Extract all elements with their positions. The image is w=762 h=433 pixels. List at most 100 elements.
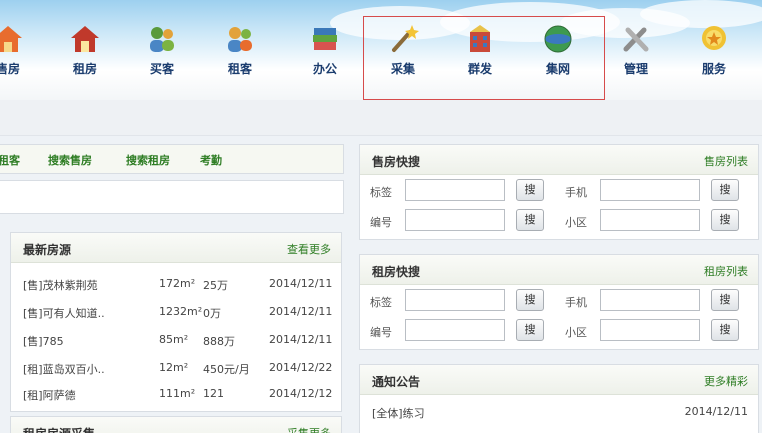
rent-list-link[interactable]: 租房列表 [704,263,748,279]
code-input[interactable] [405,209,505,231]
listing-date: 2014/12/11 [269,333,333,346]
nav-label: 买客 [149,62,174,76]
listing-name: [租]蓝岛双百小.. [23,363,105,376]
sale-list-link[interactable]: 售房列表 [704,153,748,169]
listing-price: 888万 [203,335,235,348]
tag-input[interactable] [405,289,505,311]
code-search-button[interactable]: 搜 [516,209,544,231]
quick-link-search-sale[interactable]: 搜索售房 [48,152,92,168]
listing-name: [租]阿萨德 [23,389,76,402]
search-row: 标签 搜 手机 搜 [360,289,758,315]
community-input[interactable] [600,209,700,231]
phone-search-button[interactable]: 搜 [711,289,739,311]
top-navigation: 售房 租房 买客 租客 办公 采集 群发 集网 管理 服务 [0,0,762,100]
nav-label: 办公 [312,62,337,76]
panel-header: 最新房源 查看更多 [11,233,341,263]
phone-input[interactable] [600,289,700,311]
nav-label: 租房 [72,62,97,76]
panel-header: 租房快搜 租房列表 [360,255,758,285]
listing-row[interactable]: [售]785 85m² 888万 2014/12/11 [23,329,335,351]
listing-price: 0万 [203,307,221,320]
listing-name: [售]可有人知道.. [23,307,105,320]
phone-search-button[interactable]: 搜 [711,179,739,201]
phone-input[interactable] [600,179,700,201]
community-label: 小区 [565,216,587,229]
nav-item-sale[interactable]: 售房 [0,22,38,77]
house-rent-icon [71,26,99,52]
nav-item-buyers[interactable]: 买客 [132,22,192,77]
notice-text: [全体]练习 [372,407,425,420]
listing-price: 450元/月 [203,363,250,376]
listing-date: 2014/12/22 [269,361,333,374]
panel-title: 通知公告 [372,375,421,389]
tag-label: 标签 [370,296,392,309]
nav-item-office[interactable]: 办公 [295,22,355,77]
listing-name: [售]茂林紫荆苑 [23,279,98,292]
phone-label: 手机 [565,296,587,309]
nav-item-manage[interactable]: 管理 [606,22,666,77]
phone-label: 手机 [565,186,587,199]
collect-more-link[interactable]: 采集更多 [287,425,331,433]
sale-search-panel: 售房快搜 售房列表 标签 搜 手机 搜 编号 搜 小区 搜 [359,144,759,240]
panel-title: 租房房源采集 [23,425,95,433]
code-input[interactable] [405,319,505,341]
listing-row[interactable]: [租]蓝岛双百小.. 12m² 450元/月 2014/12/22 [23,357,335,379]
listing-row[interactable]: [租]阿萨德 111m² 121 2014/12/12 [23,383,335,405]
panel-header: 通知公告 更多精彩 [360,365,758,395]
notice-panel: 通知公告 更多精彩 [全体]练习 2014/12/11 [359,364,759,433]
latest-listings-panel: 最新房源 查看更多 [售]茂林紫荆苑 172m² 25万 2014/12/11 … [10,232,342,412]
service-badge-icon [702,26,726,50]
community-search-button[interactable]: 搜 [711,319,739,341]
quick-link-attendance[interactable]: 考勤 [200,152,222,168]
quick-links-bar: 租客 搜索售房 搜索租房 考勤 [0,144,344,174]
panel-title: 租房快搜 [372,265,421,279]
code-label: 编号 [370,326,392,339]
nav-item-tenants[interactable]: 租客 [210,22,270,77]
listing-row[interactable]: [售]可有人知道.. 1232m² 0万 2014/12/11 [23,301,335,323]
listing-area: 12m² [159,361,189,374]
nav-label: 售房 [0,62,20,76]
code-label: 编号 [370,216,392,229]
community-label: 小区 [565,326,587,339]
listing-date: 2014/12/11 [269,305,333,318]
panel-title: 售房快搜 [372,155,421,169]
tenants-icon [228,27,252,52]
buyers-icon [150,27,174,52]
panel-header: 租房房源采集 采集更多 [11,417,341,433]
blank-panel [0,180,344,214]
search-row: 编号 搜 小区 搜 [360,209,758,235]
rent-search-panel: 租房快搜 租房列表 标签 搜 手机 搜 编号 搜 小区 搜 [359,254,759,350]
view-more-link[interactable]: 查看更多 [287,241,331,257]
listing-price: 121 [203,387,224,400]
nav-label: 租客 [227,62,252,76]
listing-area: 85m² [159,333,189,346]
tools-icon [623,27,649,52]
tag-input[interactable] [405,179,505,201]
nav-label: 服务 [701,62,726,76]
nav-item-rent[interactable]: 租房 [55,22,115,77]
subheader-band [0,100,762,136]
tag-search-button[interactable]: 搜 [516,179,544,201]
house-sale-icon [0,26,22,52]
quick-link-tenants[interactable]: 租客 [0,152,20,168]
panel-title: 最新房源 [23,243,72,257]
community-search-button[interactable]: 搜 [711,209,739,231]
office-books-icon [313,28,337,50]
nav-label: 管理 [623,62,648,76]
nav-item-service[interactable]: 服务 [684,22,744,77]
notice-item[interactable]: [全体]练习 2014/12/11 [372,405,748,421]
code-search-button[interactable]: 搜 [516,319,544,341]
search-row: 标签 搜 手机 搜 [360,179,758,205]
listing-name: [售]785 [23,335,64,348]
tag-label: 标签 [370,186,392,199]
search-row: 编号 搜 小区 搜 [360,319,758,345]
listing-row[interactable]: [售]茂林紫荆苑 172m² 25万 2014/12/11 [23,273,335,295]
quick-link-search-rent[interactable]: 搜索租房 [126,152,170,168]
listing-date: 2014/12/11 [269,277,333,290]
community-input[interactable] [600,319,700,341]
more-notices-link[interactable]: 更多精彩 [704,373,748,389]
notice-date: 2014/12/11 [684,405,748,418]
listing-area: 1232m² [159,305,203,318]
tag-search-button[interactable]: 搜 [516,289,544,311]
highlight-box [363,16,605,100]
